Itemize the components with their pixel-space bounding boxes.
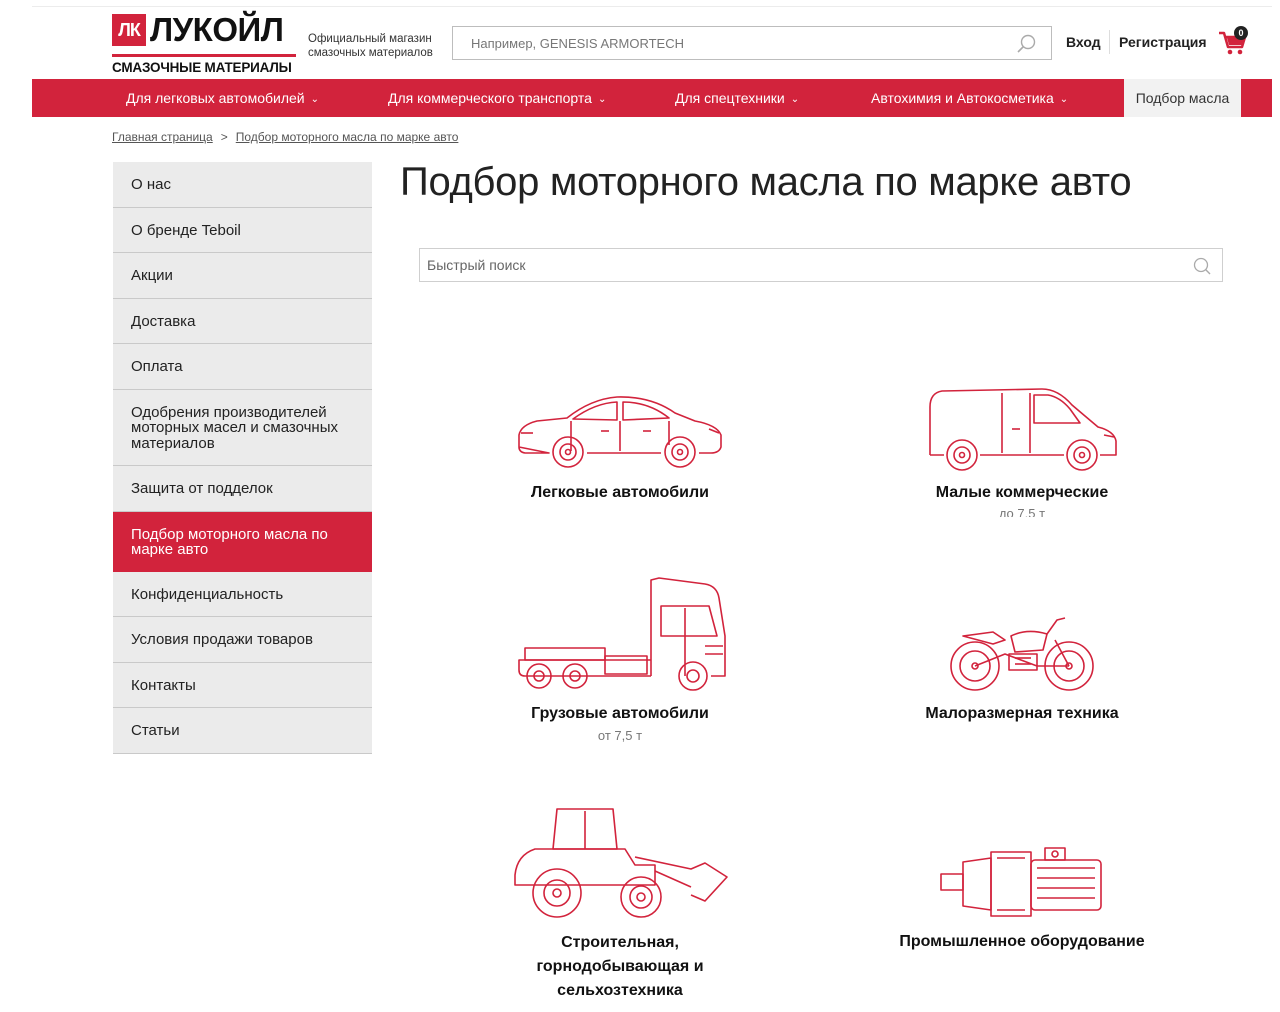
category-industrial-equipment[interactable]: Промышленное оборудование <box>872 838 1172 954</box>
chevron-down-icon: ⌄ <box>790 94 800 105</box>
sidebar-item-delivery[interactable]: Доставка <box>113 298 372 344</box>
category-label: Легковые автомобили <box>530 484 710 501</box>
tagline-line-2: смазочных материалов <box>308 47 433 59</box>
car-icon <box>517 396 722 468</box>
nav-item-label: Для коммерческого транспорта <box>388 90 592 106</box>
sidebar-item-about[interactable]: О нас <box>113 162 372 208</box>
sidebar-item-oil-selection[interactable]: Подбор моторного масла по марке авто <box>113 511 372 572</box>
cart-count-badge: 0 <box>1234 26 1248 40</box>
nav-item-label: Для спецтехники <box>675 90 785 106</box>
quick-search-input[interactable] <box>420 249 1180 281</box>
header-search <box>452 26 1052 60</box>
category-sublabel: до 7,5 т <box>998 507 1046 517</box>
sidebar-item-approvals[interactable]: Одобрения производителей моторных масел … <box>113 389 372 466</box>
category-label: Грузовые автомобили <box>531 705 709 722</box>
nav-item-passenger-cars[interactable]: Для легковых автомобилей ⌄ <box>126 79 319 117</box>
sidebar-item-terms[interactable]: Условия продажи товаров <box>113 617 372 663</box>
sidebar-menu: О нас О бренде Teboil Акции Доставка Опл… <box>113 162 372 754</box>
search-icon[interactable] <box>1015 33 1037 55</box>
nav-item-autochemistry[interactable]: Автохимия и Автокосметика ⌄ <box>871 79 1068 117</box>
sidebar-item-articles[interactable]: Статьи <box>113 708 372 754</box>
logo-underline <box>112 54 296 57</box>
category-label: Малоразмерная техника <box>925 705 1119 722</box>
nav-item-special-machinery[interactable]: Для спецтехники ⌄ <box>675 79 799 117</box>
lukoil-logo-mark: ЛК <box>112 14 146 46</box>
category-small-vehicles[interactable]: Малоразмерная техника <box>872 610 1172 726</box>
page-title: Подбор моторного масла по марке авто <box>400 160 1132 204</box>
sidebar-item-privacy[interactable]: Конфиденциальность <box>113 571 372 617</box>
category-passenger-cars[interactable]: Легковые автомобили <box>470 385 770 505</box>
category-construction-mining-agro[interactable]: Строительная, горнодобывающая и сельхозт… <box>470 805 770 1003</box>
loader-icon <box>514 808 728 918</box>
sidebar-item-promotions[interactable]: Акции <box>113 253 372 299</box>
chevron-down-icon: ⌄ <box>597 94 607 105</box>
breadcrumb-home-link[interactable]: Главная страница <box>112 130 213 144</box>
search-icon[interactable] <box>1192 256 1212 276</box>
header-top-divider <box>32 6 1272 7</box>
lukoil-logo[interactable]: ЛК ЛУКОЙЛ СМАЗОЧНЫЕ МАТЕРИАЛЫ <box>112 11 296 76</box>
sidebar-item-anti-counterfeit[interactable]: Защита от подделок <box>113 466 372 512</box>
breadcrumb-current-link[interactable]: Подбор моторного масла по марке авто <box>236 130 459 144</box>
site-header: ЛК ЛУКОЙЛ СМАЗОЧНЫЕ МАТЕРИАЛЫ Официальны… <box>0 0 1280 78</box>
chevron-down-icon: ⌄ <box>310 94 320 105</box>
category-trucks[interactable]: Грузовые автомобили от 7,5 т <box>470 576 770 746</box>
category-label: Строительная, горнодобывающая и сельхозт… <box>536 934 704 999</box>
login-link[interactable]: Вход <box>1066 34 1101 50</box>
breadcrumb: Главная страница > Подбор моторного масла … <box>112 130 458 144</box>
sidebar-item-payment[interactable]: Оплата <box>113 344 372 390</box>
nav-item-commercial-transport[interactable]: Для коммерческого транспорта ⌄ <box>388 79 606 117</box>
van-icon <box>929 388 1117 471</box>
tagline-line-1: Официальный магазин <box>308 33 432 45</box>
sidebar-item-contacts[interactable]: Контакты <box>113 662 372 708</box>
store-tagline: Официальный магазин смазочных материалов <box>308 32 433 60</box>
nav-item-label: Для легковых автомобилей <box>126 90 305 106</box>
register-link[interactable]: Регистрация <box>1119 34 1207 50</box>
sidebar-item-teboil[interactable]: О бренде Teboil <box>113 207 372 253</box>
breadcrumb-separator: > <box>220 130 228 144</box>
lukoil-logo-wordmark: ЛУКОЙЛ <box>150 11 284 48</box>
header-search-input[interactable] <box>453 27 1013 59</box>
nav-item-oil-selection[interactable]: Подбор масла <box>1124 79 1241 117</box>
truck-icon <box>518 577 726 691</box>
header-divider <box>1109 30 1110 54</box>
category-light-commercial[interactable]: Малые коммерческие до 7,5 т <box>872 385 1172 517</box>
quick-search <box>419 248 1223 282</box>
category-sublabel: от 7,5 т <box>597 728 643 743</box>
category-label: Малые коммерческие <box>935 484 1109 501</box>
category-label: Промышленное оборудование <box>899 933 1145 950</box>
lukoil-logo-subtitle: СМАЗОЧНЫЕ МАТЕРИАЛЫ <box>112 60 292 75</box>
motorcycle-icon <box>950 617 1094 691</box>
motor-icon <box>940 847 1102 917</box>
chevron-down-icon: ⌄ <box>1059 94 1069 105</box>
main-nav: Для легковых автомобилей ⌄ Для коммерческ… <box>32 79 1272 117</box>
nav-item-label: Автохимия и Автокосметика <box>871 90 1054 106</box>
